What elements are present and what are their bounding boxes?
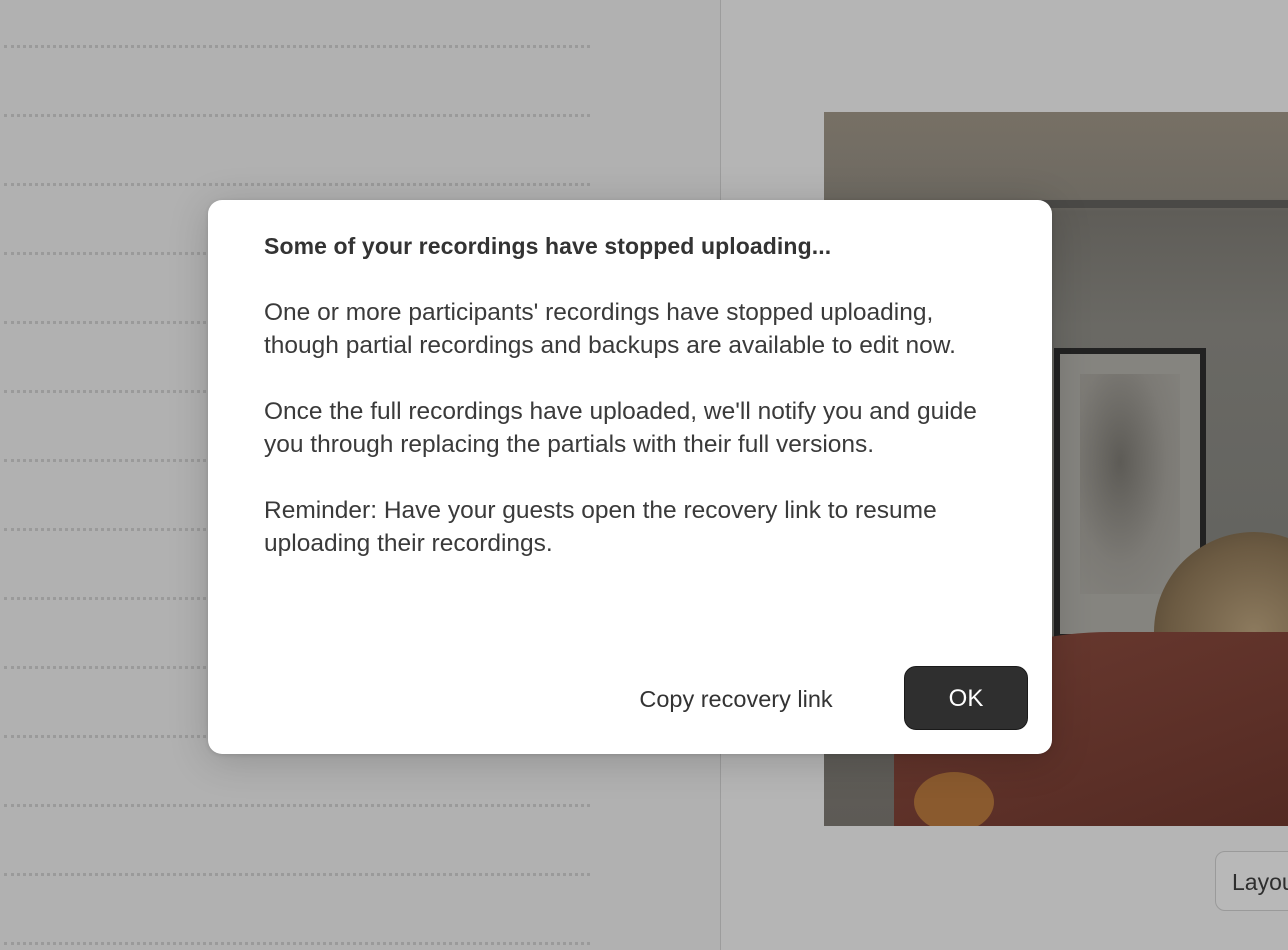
copy-recovery-link-button[interactable]: Copy recovery link <box>612 666 860 730</box>
script-line-placeholder <box>4 804 590 807</box>
upload-stopped-dialog: Some of your recordings have stopped upl… <box>208 200 1052 754</box>
dialog-paragraph: Once the full recordings have uploaded, … <box>264 398 977 458</box>
dialog-paragraph: One or more participants' recordings hav… <box>264 299 956 359</box>
script-line-placeholder <box>4 942 590 945</box>
dialog-paragraph: Reminder: Have your guests open the reco… <box>264 497 937 557</box>
dialog-title: Some of your recordings have stopped upl… <box>264 233 832 259</box>
script-line-placeholder <box>4 45 590 48</box>
ok-button[interactable]: OK <box>904 666 1028 730</box>
dialog-body: One or more participants' recordings hav… <box>264 296 1004 593</box>
script-line-placeholder <box>4 183 590 186</box>
script-line-placeholder <box>4 114 590 117</box>
script-line-placeholder <box>4 873 590 876</box>
layout-button[interactable]: Layout <box>1215 851 1288 911</box>
